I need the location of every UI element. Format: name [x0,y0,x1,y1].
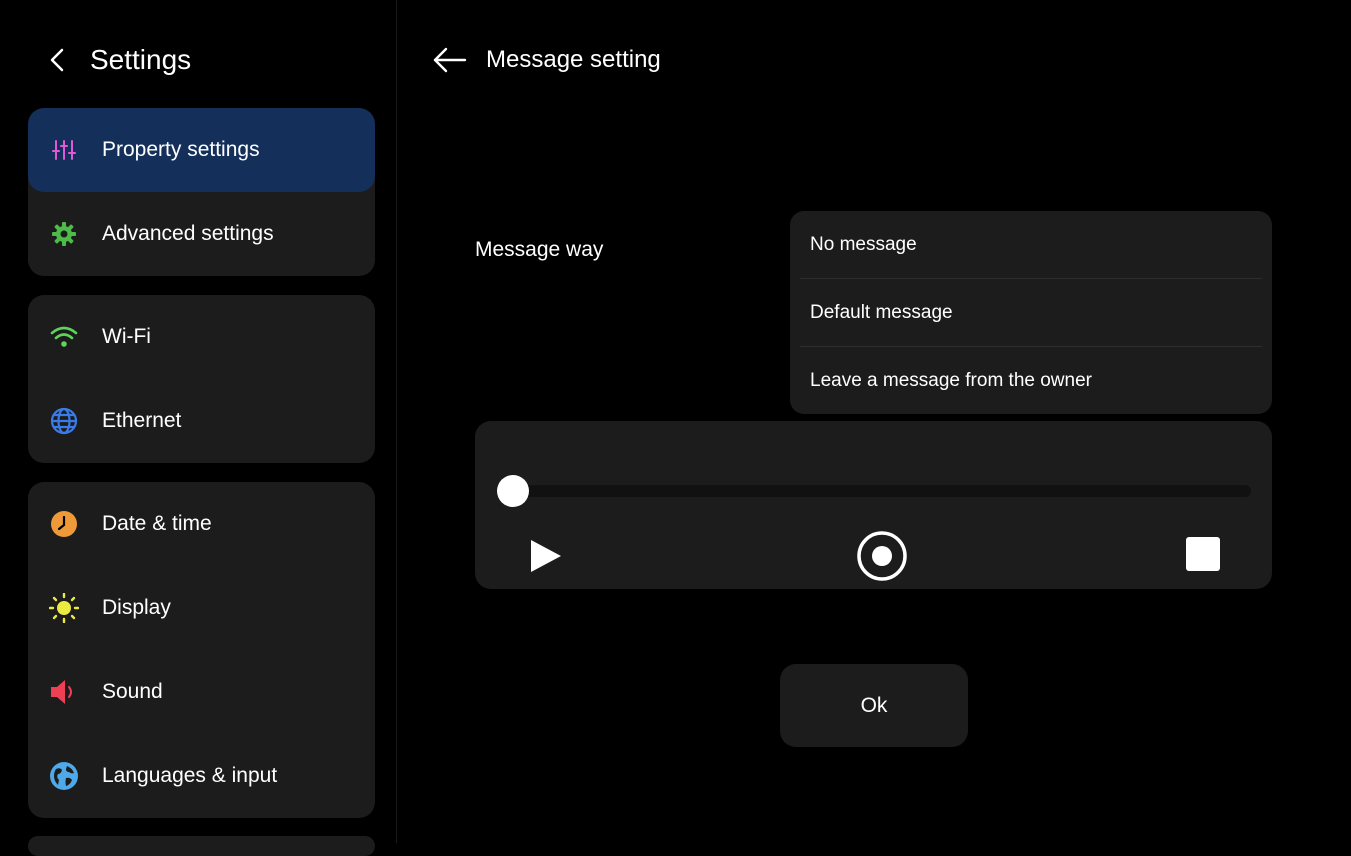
option-default-message[interactable]: Default message [800,279,1262,347]
play-icon[interactable] [529,538,563,574]
settings-group-more [28,836,375,856]
sidebar-item-wifi[interactable]: Wi-Fi [28,295,375,379]
audio-player [475,421,1272,589]
sidebar-item-label: Languages & input [102,764,278,787]
sliders-icon [48,134,80,166]
progress-thumb[interactable] [497,475,529,507]
clock-icon [48,508,80,540]
chevron-left-icon[interactable] [44,46,72,74]
sidebar-item-label: Property settings [102,138,260,161]
sidebar-item-label: Advanced settings [102,222,274,245]
sidebar-title: Settings [90,44,192,75]
globe-icon [48,405,80,437]
sidebar: Settings Property settings Advanced sett… [0,0,397,856]
record-icon[interactable] [856,530,908,582]
sidebar-item-display[interactable]: Display [28,566,375,650]
settings-group-network: Wi-Fi Ethernet [28,295,375,463]
earth-icon [48,760,80,792]
speaker-icon [48,676,80,708]
sidebar-item-label: Sound [102,680,163,703]
sidebar-item-property-settings[interactable]: Property settings [28,108,375,192]
message-way-label: Message way [475,238,604,261]
sidebar-item-sound[interactable]: Sound [28,650,375,734]
sidebar-item-languages-input[interactable]: Languages & input [28,734,375,818]
wifi-icon [48,321,80,353]
sidebar-item-label: Display [102,596,171,619]
sidebar-header: Settings [44,40,191,80]
page-header: Message setting [432,40,661,80]
ok-button[interactable]: Ok [780,664,968,747]
sun-icon [48,592,80,624]
settings-group-system: Date & time Display Sound Languages & in… [28,482,375,818]
sidebar-item-date-time[interactable]: Date & time [28,482,375,566]
option-owner-message[interactable]: Leave a message from the owner [800,347,1262,414]
sidebar-item-ethernet[interactable]: Ethernet [28,379,375,463]
stop-icon[interactable] [1186,537,1220,571]
gear-icon [48,218,80,250]
progress-track[interactable] [497,475,1251,507]
arrow-left-icon[interactable] [432,46,468,74]
page-title: Message setting [486,46,661,73]
sidebar-item-advanced-settings[interactable]: Advanced settings [28,192,375,276]
sidebar-item-label: Wi-Fi [102,325,151,348]
sidebar-item-label: Date & time [102,512,212,535]
option-no-message[interactable]: No message [800,211,1262,279]
settings-group-property: Property settings Advanced settings [28,108,375,276]
sidebar-item-label: Ethernet [102,409,182,432]
message-way-dropdown: No message Default message Leave a messa… [790,211,1272,414]
